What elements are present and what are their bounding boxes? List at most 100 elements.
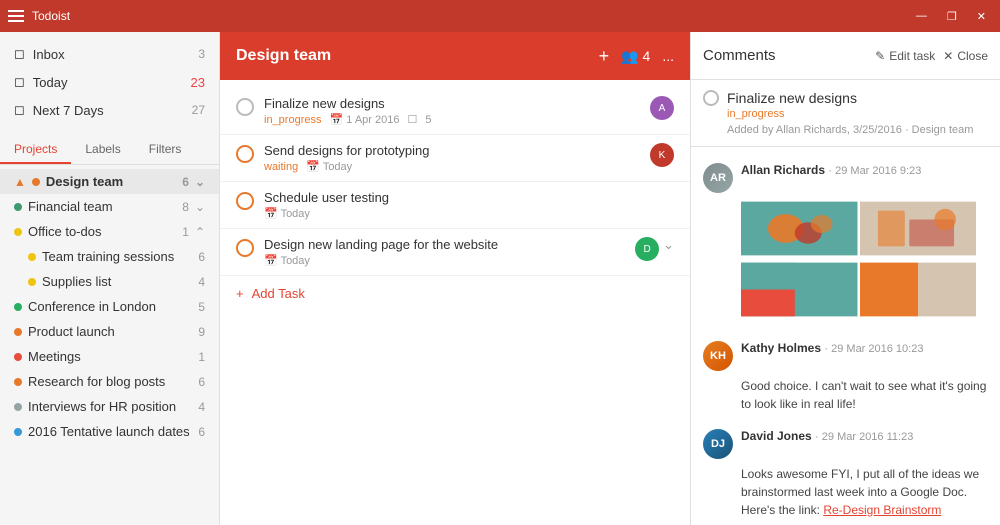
project-label: Financial team bbox=[28, 199, 113, 214]
task-detail-added: Added by Allan Richards, 3/25/2016 · Des… bbox=[703, 120, 988, 136]
project-dot bbox=[14, 328, 22, 336]
project-count: 4 bbox=[198, 275, 205, 289]
tab-filters[interactable]: Filters bbox=[135, 136, 196, 164]
calendar-icon: 📅 bbox=[264, 208, 278, 220]
project-label: Office to-dos bbox=[28, 224, 101, 239]
today-count: 23 bbox=[191, 75, 205, 90]
edit-task-label: Edit task bbox=[889, 49, 935, 63]
task-date: 📅 1 Apr 2016 bbox=[329, 113, 399, 126]
photo-cell-2 bbox=[860, 199, 977, 258]
project-item-financial-team[interactable]: Financial team 8 ⌄ bbox=[0, 194, 219, 219]
project-dot bbox=[14, 353, 22, 361]
close-panel-button[interactable]: ✕ Close bbox=[943, 49, 988, 63]
calendar-icon: 📅 bbox=[264, 255, 278, 267]
project-item-tentative[interactable]: 2016 Tentative launch dates 6 bbox=[0, 419, 219, 444]
project-label: Supplies list bbox=[42, 274, 111, 289]
chevron-up-icon: ⌃ bbox=[195, 225, 205, 239]
comments-panel: Comments ✎ Edit task ✕ Close Finalize ne… bbox=[690, 32, 1000, 525]
close-button[interactable]: ✕ bbox=[971, 8, 992, 25]
add-task-label: Add Task bbox=[252, 286, 305, 301]
add-task-row[interactable]: + Add Task bbox=[220, 276, 690, 311]
more-button[interactable]: ... bbox=[662, 48, 674, 64]
restore-button[interactable]: ❐ bbox=[941, 8, 963, 25]
photo-grid bbox=[741, 199, 976, 319]
comment-item: DJ David Jones · 29 Mar 2016 11:23 Looks… bbox=[691, 421, 1000, 525]
minimize-button[interactable]: — bbox=[910, 8, 933, 25]
project-count: 1 bbox=[198, 350, 205, 364]
comment-author: Kathy Holmes bbox=[741, 341, 821, 355]
task-detail-name: Finalize new designs bbox=[727, 90, 857, 106]
task-body: Finalize new designs in_progress 📅 1 Apr… bbox=[264, 96, 642, 126]
task-avatar: K bbox=[650, 143, 674, 167]
project-dot bbox=[14, 403, 22, 411]
task-status: waiting bbox=[264, 161, 298, 173]
expand-icon[interactable]: ⌄ bbox=[663, 237, 674, 253]
comment-date: · 29 Mar 2016 9:23 bbox=[828, 165, 921, 177]
project-list: ▲ Design team 6 ⌄ Financial team 8 ⌄ bbox=[0, 169, 219, 525]
project-item-research[interactable]: Research for blog posts 6 bbox=[0, 369, 219, 394]
task-item[interactable]: Schedule user testing 📅 Today bbox=[220, 182, 690, 229]
project-item-team-training[interactable]: Team training sessions 6 bbox=[0, 244, 219, 269]
comment-author: Allan Richards bbox=[741, 163, 825, 177]
inbox-count: 3 bbox=[198, 47, 205, 61]
sidebar-item-inbox[interactable]: ◻ Inbox 3 bbox=[0, 40, 219, 68]
sidebar-nav: ◻ Inbox 3 ◻ Today 23 ◻ Next 7 Days 27 bbox=[0, 32, 219, 132]
members-count: 4 bbox=[643, 48, 651, 64]
project-dot bbox=[28, 253, 36, 261]
project-item-design-team[interactable]: ▲ Design team 6 ⌄ bbox=[0, 169, 219, 194]
task-item[interactable]: Finalize new designs in_progress 📅 1 Apr… bbox=[220, 88, 690, 135]
photo-cell-3 bbox=[741, 260, 858, 319]
comment-text: Good choice. I can't wait to see what it… bbox=[703, 377, 988, 413]
sidebar-item-today[interactable]: ◻ Today 23 bbox=[0, 68, 219, 96]
tab-labels[interactable]: Labels bbox=[71, 136, 134, 164]
project-dot bbox=[14, 428, 22, 436]
calendar-icon: 📅 bbox=[306, 161, 320, 173]
project-count: 1 bbox=[182, 225, 189, 239]
task-checkbox[interactable] bbox=[236, 98, 254, 116]
task-detail-checkbox[interactable] bbox=[703, 90, 719, 106]
project-label: Design team bbox=[46, 174, 123, 189]
add-icon: + bbox=[236, 286, 244, 301]
task-status: in_progress bbox=[264, 114, 321, 126]
task-date: 📅 Today bbox=[306, 160, 352, 173]
project-item-office-todos[interactable]: Office to-dos 1 ⌃ bbox=[0, 219, 219, 244]
comment-date: · 29 Mar 2016 10:23 bbox=[824, 343, 923, 355]
add-task-header-button[interactable]: + bbox=[599, 46, 610, 67]
subtasks-count: 5 bbox=[425, 114, 431, 126]
tab-projects[interactable]: Projects bbox=[0, 136, 71, 164]
project-dot bbox=[28, 278, 36, 286]
project-dot bbox=[14, 303, 22, 311]
project-dot bbox=[14, 378, 22, 386]
hamburger-menu[interactable] bbox=[8, 10, 24, 22]
project-item-interviews[interactable]: Interviews for HR position 4 bbox=[0, 394, 219, 419]
titlebar: Todoist — ❐ ✕ bbox=[0, 0, 1000, 32]
project-header: Design team + 👥 4 ... bbox=[220, 32, 690, 80]
task-checkbox[interactable] bbox=[236, 145, 254, 163]
comments-header: Comments ✎ Edit task ✕ Close bbox=[691, 32, 1000, 80]
project-item-meetings[interactable]: Meetings 1 bbox=[0, 344, 219, 369]
task-checkbox[interactable] bbox=[236, 239, 254, 257]
app-title: Todoist bbox=[32, 9, 70, 23]
task-name: Design new landing page for the website bbox=[264, 237, 627, 252]
edit-task-button[interactable]: ✎ Edit task bbox=[875, 49, 935, 63]
project-item-conference[interactable]: Conference in London 5 bbox=[0, 294, 219, 319]
task-item[interactable]: Send designs for prototyping waiting 📅 T… bbox=[220, 135, 690, 182]
project-count: 8 bbox=[182, 200, 189, 214]
task-checkbox[interactable] bbox=[236, 192, 254, 210]
task-date: 📅 Today bbox=[264, 254, 310, 267]
task-body: Schedule user testing 📅 Today bbox=[264, 190, 674, 220]
task-avatar: A bbox=[650, 96, 674, 120]
pencil-icon: ✎ bbox=[875, 49, 885, 63]
comment-link[interactable]: Re-Design Brainstorm bbox=[823, 503, 941, 517]
close-label: Close bbox=[957, 49, 988, 63]
task-date: 📅 Today bbox=[264, 207, 310, 220]
task-detail-status: in_progress bbox=[703, 106, 988, 120]
project-item-product-launch[interactable]: Product launch 9 bbox=[0, 319, 219, 344]
inbox-label: Inbox bbox=[33, 47, 65, 62]
project-item-supplies[interactable]: Supplies list 4 bbox=[0, 269, 219, 294]
titlebar-controls: — ❐ ✕ bbox=[910, 8, 992, 25]
close-icon: ✕ bbox=[943, 49, 953, 63]
members-button[interactable]: 👥 4 bbox=[621, 48, 650, 65]
sidebar-item-next7[interactable]: ◻ Next 7 Days 27 bbox=[0, 96, 219, 124]
task-item[interactable]: Design new landing page for the website … bbox=[220, 229, 690, 276]
